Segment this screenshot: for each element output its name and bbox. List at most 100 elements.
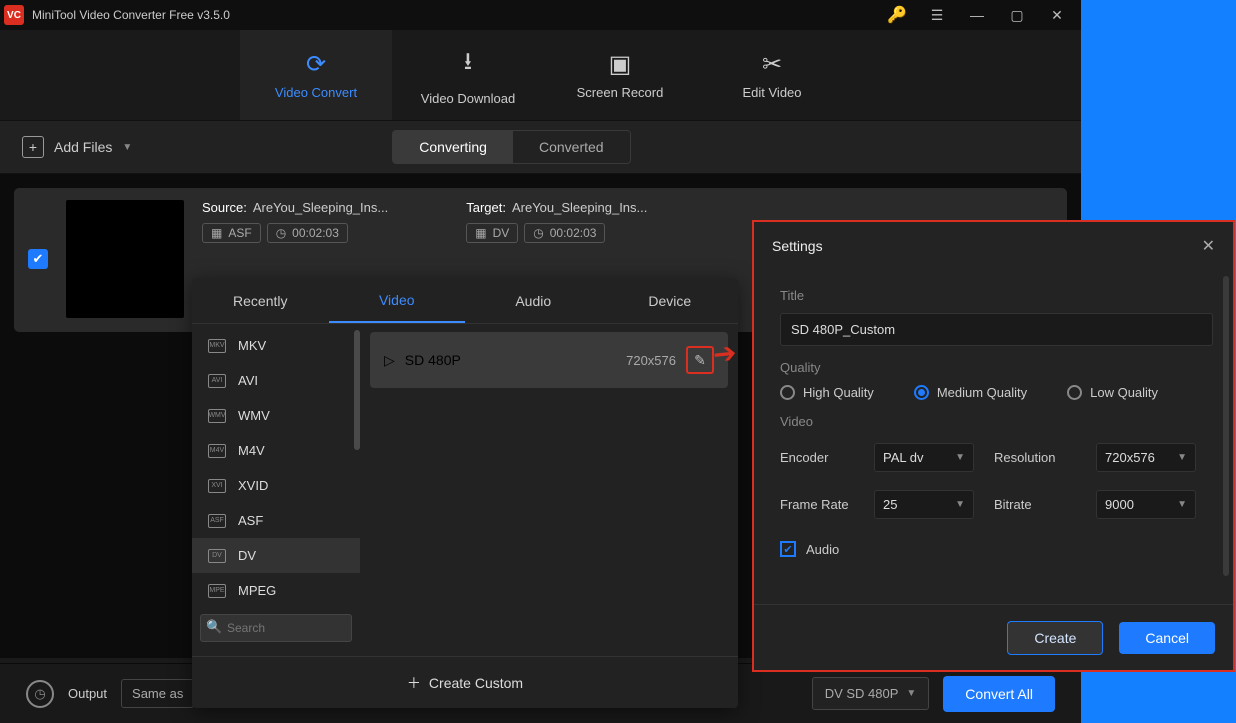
- framerate-select[interactable]: 25▼: [874, 490, 974, 519]
- titlebar: VC MiniTool Video Converter Free v3.5.0 …: [0, 0, 1081, 30]
- format-sidebar[interactable]: MKVMKVAVIAVIWMVWMVM4VM4VXVIXVIDASFASFDVD…: [192, 324, 360, 656]
- toolbar: + Add Files ▼ Converting Converted: [0, 120, 1081, 174]
- encoder-label: Encoder: [780, 450, 854, 465]
- sidebar-item-avi[interactable]: AVIAVI: [192, 363, 360, 398]
- tab-label: Screen Record: [577, 85, 664, 100]
- scrollbar[interactable]: [1223, 276, 1229, 576]
- quality-radio-medium-quality[interactable]: Medium Quality: [914, 385, 1027, 400]
- sidebar-item-m4v[interactable]: M4VM4V: [192, 433, 360, 468]
- create-custom-button[interactable]: ＋ Create Custom: [192, 656, 738, 708]
- convert-all-button[interactable]: Convert All: [943, 676, 1055, 712]
- edit-icon: ✂: [762, 50, 782, 79]
- radio-label: Medium Quality: [937, 385, 1027, 400]
- convert-icon: ⟳: [306, 50, 326, 79]
- add-files-button[interactable]: + Add Files ▼: [22, 136, 132, 158]
- search-input[interactable]: [200, 614, 352, 642]
- format-panel: Recently Video Audio Device MKVMKVAVIAVI…: [192, 278, 738, 708]
- sidebar-item-asf[interactable]: ASFASF: [192, 503, 360, 538]
- video-thumbnail[interactable]: [66, 200, 184, 318]
- target-label: Target:: [466, 200, 506, 215]
- video-file-icon: ▷: [384, 352, 395, 369]
- sidebar-item-label: XVID: [238, 478, 268, 493]
- tab-label: Video Download: [421, 91, 515, 106]
- search-icon: 🔍: [206, 619, 222, 635]
- radio-icon: [780, 385, 795, 400]
- output-label: Output: [68, 686, 107, 701]
- sidebar-item-wmv[interactable]: WMV WMV: [192, 398, 360, 433]
- app-title: MiniTool Video Converter Free v3.5.0: [32, 8, 230, 22]
- tab-recently[interactable]: Recently: [192, 278, 329, 323]
- sidebar-item-mpeg[interactable]: MPE MPEG: [192, 573, 360, 608]
- target-filename: AreYou_Sleeping_Ins...: [512, 200, 647, 215]
- format-presets: ▷ SD 480P 720x576 ✎: [360, 324, 738, 656]
- sidebar-item-label: DV: [238, 548, 256, 563]
- sidebar-item-dv[interactable]: DV DV: [192, 538, 360, 573]
- radio-label: Low Quality: [1090, 385, 1158, 400]
- format-icon: DV: [208, 549, 226, 563]
- cancel-button[interactable]: Cancel: [1119, 622, 1215, 654]
- tab-converting[interactable]: Converting: [393, 131, 513, 163]
- output-folder-select[interactable]: Same as: [121, 679, 194, 708]
- menu-icon[interactable]: ☰: [917, 0, 957, 30]
- edit-preset-button[interactable]: ✎: [686, 346, 714, 374]
- bitrate-select[interactable]: 9000▼: [1096, 490, 1196, 519]
- title-input[interactable]: [780, 313, 1213, 346]
- radio-icon: [1067, 385, 1082, 400]
- create-custom-label: Create Custom: [429, 675, 523, 691]
- quality-radio-low-quality[interactable]: Low Quality: [1067, 385, 1158, 400]
- quality-label: Quality: [780, 360, 1213, 375]
- sidebar-item-label: MPEG: [238, 583, 276, 598]
- chevron-down-icon: ▼: [122, 142, 132, 153]
- video-section-label: Video: [780, 414, 1213, 429]
- download-icon: ⭳: [464, 44, 472, 85]
- status-segment: Converting Converted: [392, 130, 630, 164]
- format-icon: WMV: [208, 409, 226, 423]
- encoder-select[interactable]: PAL dv▼: [874, 443, 974, 472]
- source-container: ▦ ASF: [202, 223, 261, 243]
- upgrade-icon[interactable]: 🔑: [877, 0, 917, 30]
- create-button[interactable]: Create: [1007, 621, 1103, 655]
- maximize-icon[interactable]: ▢: [997, 0, 1037, 30]
- sidebar-item-label: WMV: [238, 408, 270, 423]
- app-logo: VC: [4, 5, 24, 25]
- job-checkbox[interactable]: ✔: [28, 249, 48, 269]
- sidebar-item-label: M4V: [238, 443, 265, 458]
- minimize-icon[interactable]: —: [957, 0, 997, 30]
- format-icon: ASF: [208, 514, 226, 528]
- tab-audio[interactable]: Audio: [465, 278, 602, 323]
- schedule-icon[interactable]: ◷: [26, 680, 54, 708]
- radio-icon: [914, 385, 929, 400]
- dialog-close-icon[interactable]: ✕: [1202, 236, 1215, 256]
- format-icon: XVI: [208, 479, 226, 493]
- tab-video-download[interactable]: ⭳ Video Download: [392, 30, 544, 120]
- tab-screen-record[interactable]: ▣ Screen Record: [544, 30, 696, 120]
- sidebar-item-xvid[interactable]: XVI XVID: [192, 468, 360, 503]
- tab-device[interactable]: Device: [602, 278, 739, 323]
- preset-resolution: 720x576: [626, 353, 676, 368]
- source-meta: Source: AreYou_Sleeping_Ins... ▦ ASF ◷ 0…: [202, 200, 388, 243]
- preset-name: SD 480P: [405, 352, 461, 368]
- tab-video[interactable]: Video: [329, 278, 466, 323]
- tab-video-convert[interactable]: ⟳ Video Convert: [240, 30, 392, 120]
- dialog-title-bar: Settings ✕: [754, 222, 1233, 270]
- sidebar-item-label: MKV: [238, 338, 266, 353]
- format-search: 🔍: [200, 614, 352, 642]
- audio-checkbox[interactable]: ✔: [780, 541, 796, 557]
- format-icon: MPE: [208, 584, 226, 598]
- format-tabs: Recently Video Audio Device: [192, 278, 738, 324]
- audio-toggle-row: ✔ Audio: [780, 541, 1213, 557]
- framerate-label: Frame Rate: [780, 497, 854, 512]
- tab-edit-video[interactable]: ✂ Edit Video: [696, 30, 848, 120]
- close-icon[interactable]: ✕: [1037, 0, 1077, 30]
- quality-radio-high-quality[interactable]: High Quality: [780, 385, 874, 400]
- sidebar-item-mkv[interactable]: MKVMKV: [192, 328, 360, 363]
- resolution-select[interactable]: 720x576▼: [1096, 443, 1196, 472]
- source-filename: AreYou_Sleeping_Ins...: [253, 200, 388, 215]
- target-format-select[interactable]: DV SD 480P▼: [812, 677, 930, 710]
- source-label: Source:: [202, 200, 247, 215]
- tab-label: Edit Video: [742, 85, 801, 100]
- main-nav: ⟳ Video Convert ⭳ Video Download ▣ Scree…: [0, 30, 1081, 120]
- preset-row[interactable]: ▷ SD 480P 720x576 ✎: [370, 332, 728, 388]
- source-duration: ◷ 00:02:03: [267, 223, 348, 243]
- tab-converted[interactable]: Converted: [513, 131, 630, 163]
